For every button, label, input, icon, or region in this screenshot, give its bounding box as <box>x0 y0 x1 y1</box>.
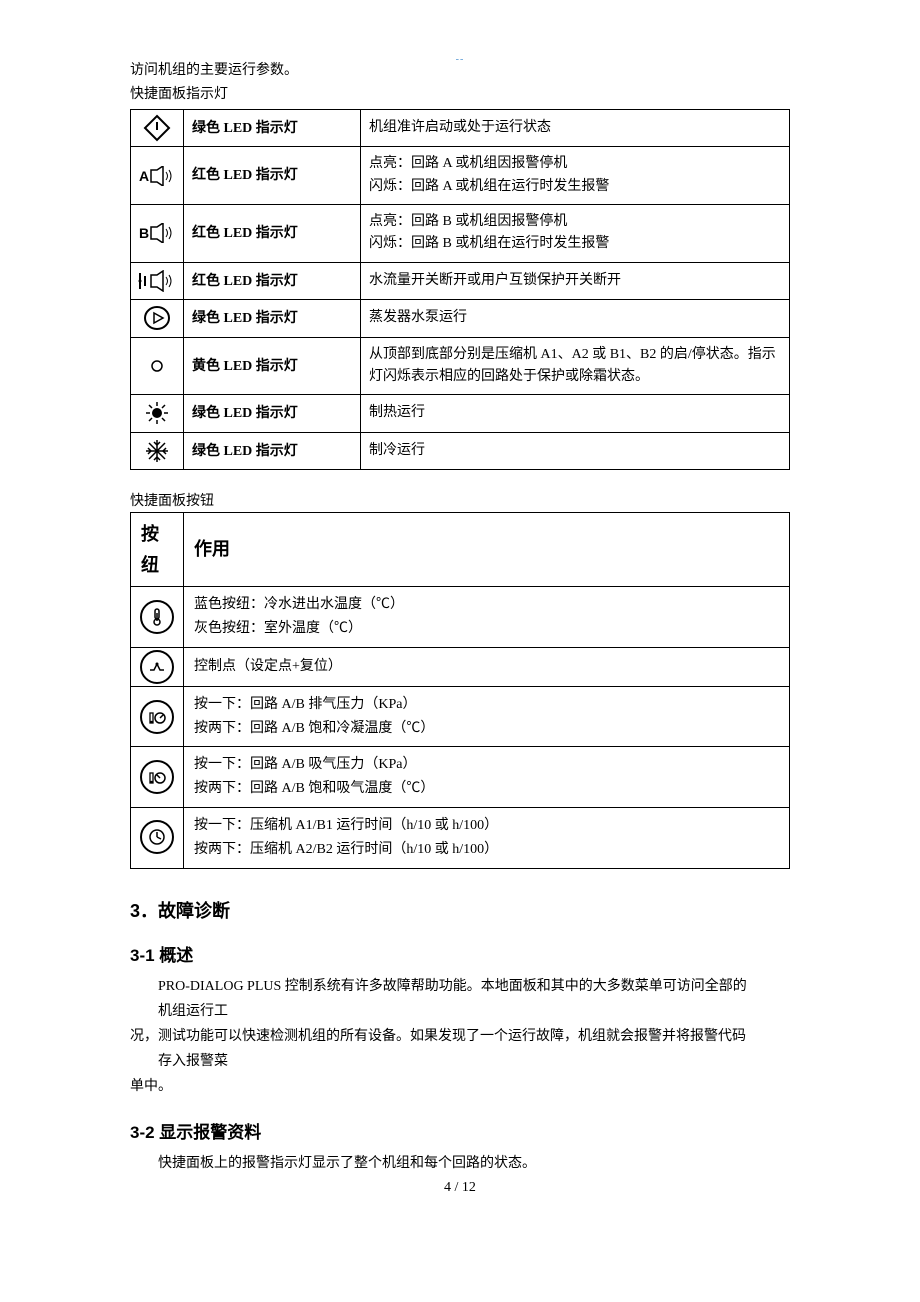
func-cell: 蓝色按纽：冷水进出水温度（℃） 灰色按纽：室外温度（℃） <box>184 587 790 648</box>
table-row: 控制点（设定点+复位） <box>131 647 790 686</box>
section-3-1-heading: 3-1 概述 <box>130 941 790 966</box>
section-3-2-heading: 3-2 显示报警资料 <box>130 1118 790 1143</box>
table-row: 红色 LED 指示灯 水流量开关断开或用户互锁保护开关断开 <box>131 262 790 299</box>
icon-cell <box>131 808 184 869</box>
desc-cell: 制热运行 <box>361 395 790 432</box>
page-number: 4 / 12 <box>130 1180 790 1196</box>
led-label-cell: 红色 LED 指示灯 <box>184 204 361 262</box>
func-line: 按两下：回路 A/B 饱和吸气温度（℃） <box>194 777 779 801</box>
body-line: 况，测试功能可以快速检测机组的所有设备。如果发现了一个运行故障，机组就会报警并将… <box>130 1024 790 1049</box>
func-line: 灰色按纽：室外温度（℃） <box>194 617 779 641</box>
desc-line: 点亮：回路 A 或机组因报警停机 <box>369 153 781 175</box>
svg-text:A: A <box>139 168 149 184</box>
b-speaker-icon: B <box>137 223 177 243</box>
icon-cell <box>131 747 184 808</box>
small-circle-icon <box>150 359 164 373</box>
clock-icon <box>140 820 174 854</box>
icon-cell <box>131 300 184 337</box>
body-line: PRO-DIALOG PLUS 控制系统有许多故障帮助功能。本地面板和其中的大多… <box>130 974 790 999</box>
gauge-discharge-icon <box>140 700 174 734</box>
play-circle-icon <box>143 304 171 332</box>
table2-title: 快捷面板按钮 <box>130 490 790 510</box>
func-cell: 按一下：回路 A/B 排气压力（KPa） 按两下：回路 A/B 饱和冷凝温度（℃… <box>184 686 790 747</box>
led-label-cell: 绿色 LED 指示灯 <box>184 395 361 432</box>
section-3-2-body: 快捷面板上的报警指示灯显示了整个机组和每个回路的状态。 <box>130 1151 790 1176</box>
desc-line: 点亮：回路 B 或机组因报警停机 <box>369 211 781 233</box>
svg-text:B: B <box>139 225 149 241</box>
indicator-table: 绿色 LED 指示灯 机组准许启动或处于运行状态 A 红色 LED 指示灯 点亮… <box>130 109 790 470</box>
header-function: 作用 <box>184 513 790 587</box>
section-3-heading: 3．故障诊断 <box>130 897 790 923</box>
body-line: 单中。 <box>130 1074 790 1099</box>
led-label-cell: 黄色 LED 指示灯 <box>184 337 361 395</box>
desc-cell: 蒸发器水泵运行 <box>361 300 790 337</box>
gauge-suction-icon <box>140 760 174 794</box>
func-line: 蓝色按纽：冷水进出水温度（℃） <box>194 593 779 617</box>
desc-cell: 制冷运行 <box>361 432 790 469</box>
led-label-cell: 绿色 LED 指示灯 <box>184 109 361 146</box>
table-row: 蓝色按纽：冷水进出水温度（℃） 灰色按纽：室外温度（℃） <box>131 587 790 648</box>
desc-cell: 从顶部到底部分别是压缩机 A1、A2 或 B1、B2 的启/停状态。指示灯闪烁表… <box>361 337 790 395</box>
icon-cell <box>131 587 184 648</box>
func-cell: 按一下：压缩机 A1/B1 运行时间（h/10 或 h/100） 按两下：压缩机… <box>184 808 790 869</box>
led-label-cell: 绿色 LED 指示灯 <box>184 432 361 469</box>
func-cell: 按一下：回路 A/B 吸气压力（KPa） 按两下：回路 A/B 饱和吸气温度（℃… <box>184 747 790 808</box>
led-label-cell: 绿色 LED 指示灯 <box>184 300 361 337</box>
header-mark: -- <box>456 54 465 65</box>
func-cell: 控制点（设定点+复位） <box>184 647 790 686</box>
section-3-1-body: PRO-DIALOG PLUS 控制系统有许多故障帮助功能。本地面板和其中的大多… <box>130 974 790 1100</box>
intro-line-2: 快捷面板指示灯 <box>130 84 790 106</box>
body-line: 快捷面板上的报警指示灯显示了整个机组和每个回路的状态。 <box>130 1151 790 1176</box>
icon-cell <box>131 262 184 299</box>
button-table: 按纽 作用 蓝色按纽：冷水进出水温度（℃） 灰色按纽：室外温度（℃） 控制点（设… <box>130 512 790 869</box>
icon-cell: A <box>131 147 184 205</box>
thermometer-icon <box>140 600 174 634</box>
desc-line: 闪烁：回路 B 或机组在运行时发生报警 <box>369 233 781 255</box>
sun-icon <box>144 400 170 426</box>
header-button: 按纽 <box>131 513 184 587</box>
icon-cell <box>131 432 184 469</box>
table-row: 按一下：回路 A/B 吸气压力（KPa） 按两下：回路 A/B 饱和吸气温度（℃… <box>131 747 790 808</box>
desc-cell: 点亮：回路 A 或机组因报警停机 闪烁：回路 A 或机组在运行时发生报警 <box>361 147 790 205</box>
icon-cell <box>131 109 184 146</box>
icon-cell <box>131 337 184 395</box>
func-line: 按两下：压缩机 A2/B2 运行时间（h/10 或 h/100） <box>194 838 779 862</box>
led-label-cell: 红色 LED 指示灯 <box>184 262 361 299</box>
table-row: A 红色 LED 指示灯 点亮：回路 A 或机组因报警停机 闪烁：回路 A 或机… <box>131 147 790 205</box>
func-line: 按两下：回路 A/B 饱和冷凝温度（℃） <box>194 717 779 741</box>
snowflake-icon <box>144 438 170 464</box>
led-label-cell: 红色 LED 指示灯 <box>184 147 361 205</box>
icon-cell <box>131 647 184 686</box>
body-line: 机组运行工 <box>130 999 790 1024</box>
table-row: 绿色 LED 指示灯 蒸发器水泵运行 <box>131 300 790 337</box>
setpoint-icon <box>140 650 174 684</box>
table-row: 绿色 LED 指示灯 制热运行 <box>131 395 790 432</box>
desc-cell: 机组准许启动或处于运行状态 <box>361 109 790 146</box>
icon-cell <box>131 686 184 747</box>
table-header-row: 按纽 作用 <box>131 513 790 587</box>
table-row: 绿色 LED 指示灯 制冷运行 <box>131 432 790 469</box>
a-speaker-icon: A <box>137 166 177 186</box>
flow-speaker-icon <box>137 270 177 292</box>
func-line: 按一下：回路 A/B 吸气压力（KPa） <box>194 753 779 777</box>
table-row: B 红色 LED 指示灯 点亮：回路 B 或机组因报警停机 闪烁：回路 B 或机… <box>131 204 790 262</box>
diamond-power-icon <box>143 114 171 142</box>
table-row: 绿色 LED 指示灯 机组准许启动或处于运行状态 <box>131 109 790 146</box>
func-line: 控制点（设定点+复位） <box>194 655 779 679</box>
func-line: 按一下：压缩机 A1/B1 运行时间（h/10 或 h/100） <box>194 814 779 838</box>
table-row: 按一下：回路 A/B 排气压力（KPa） 按两下：回路 A/B 饱和冷凝温度（℃… <box>131 686 790 747</box>
icon-cell: B <box>131 204 184 262</box>
body-line: 存入报警菜 <box>130 1049 790 1074</box>
icon-cell <box>131 395 184 432</box>
desc-line: 闪烁：回路 A 或机组在运行时发生报警 <box>369 176 781 198</box>
desc-cell: 点亮：回路 B 或机组因报警停机 闪烁：回路 B 或机组在运行时发生报警 <box>361 204 790 262</box>
table-row: 黄色 LED 指示灯 从顶部到底部分别是压缩机 A1、A2 或 B1、B2 的启… <box>131 337 790 395</box>
desc-cell: 水流量开关断开或用户互锁保护开关断开 <box>361 262 790 299</box>
document-page: -- 访问机组的主要运行参数。 快捷面板指示灯 绿色 LED 指示灯 机组准许启… <box>0 0 920 1302</box>
func-line: 按一下：回路 A/B 排气压力（KPa） <box>194 693 779 717</box>
table-row: 按一下：压缩机 A1/B1 运行时间（h/10 或 h/100） 按两下：压缩机… <box>131 808 790 869</box>
